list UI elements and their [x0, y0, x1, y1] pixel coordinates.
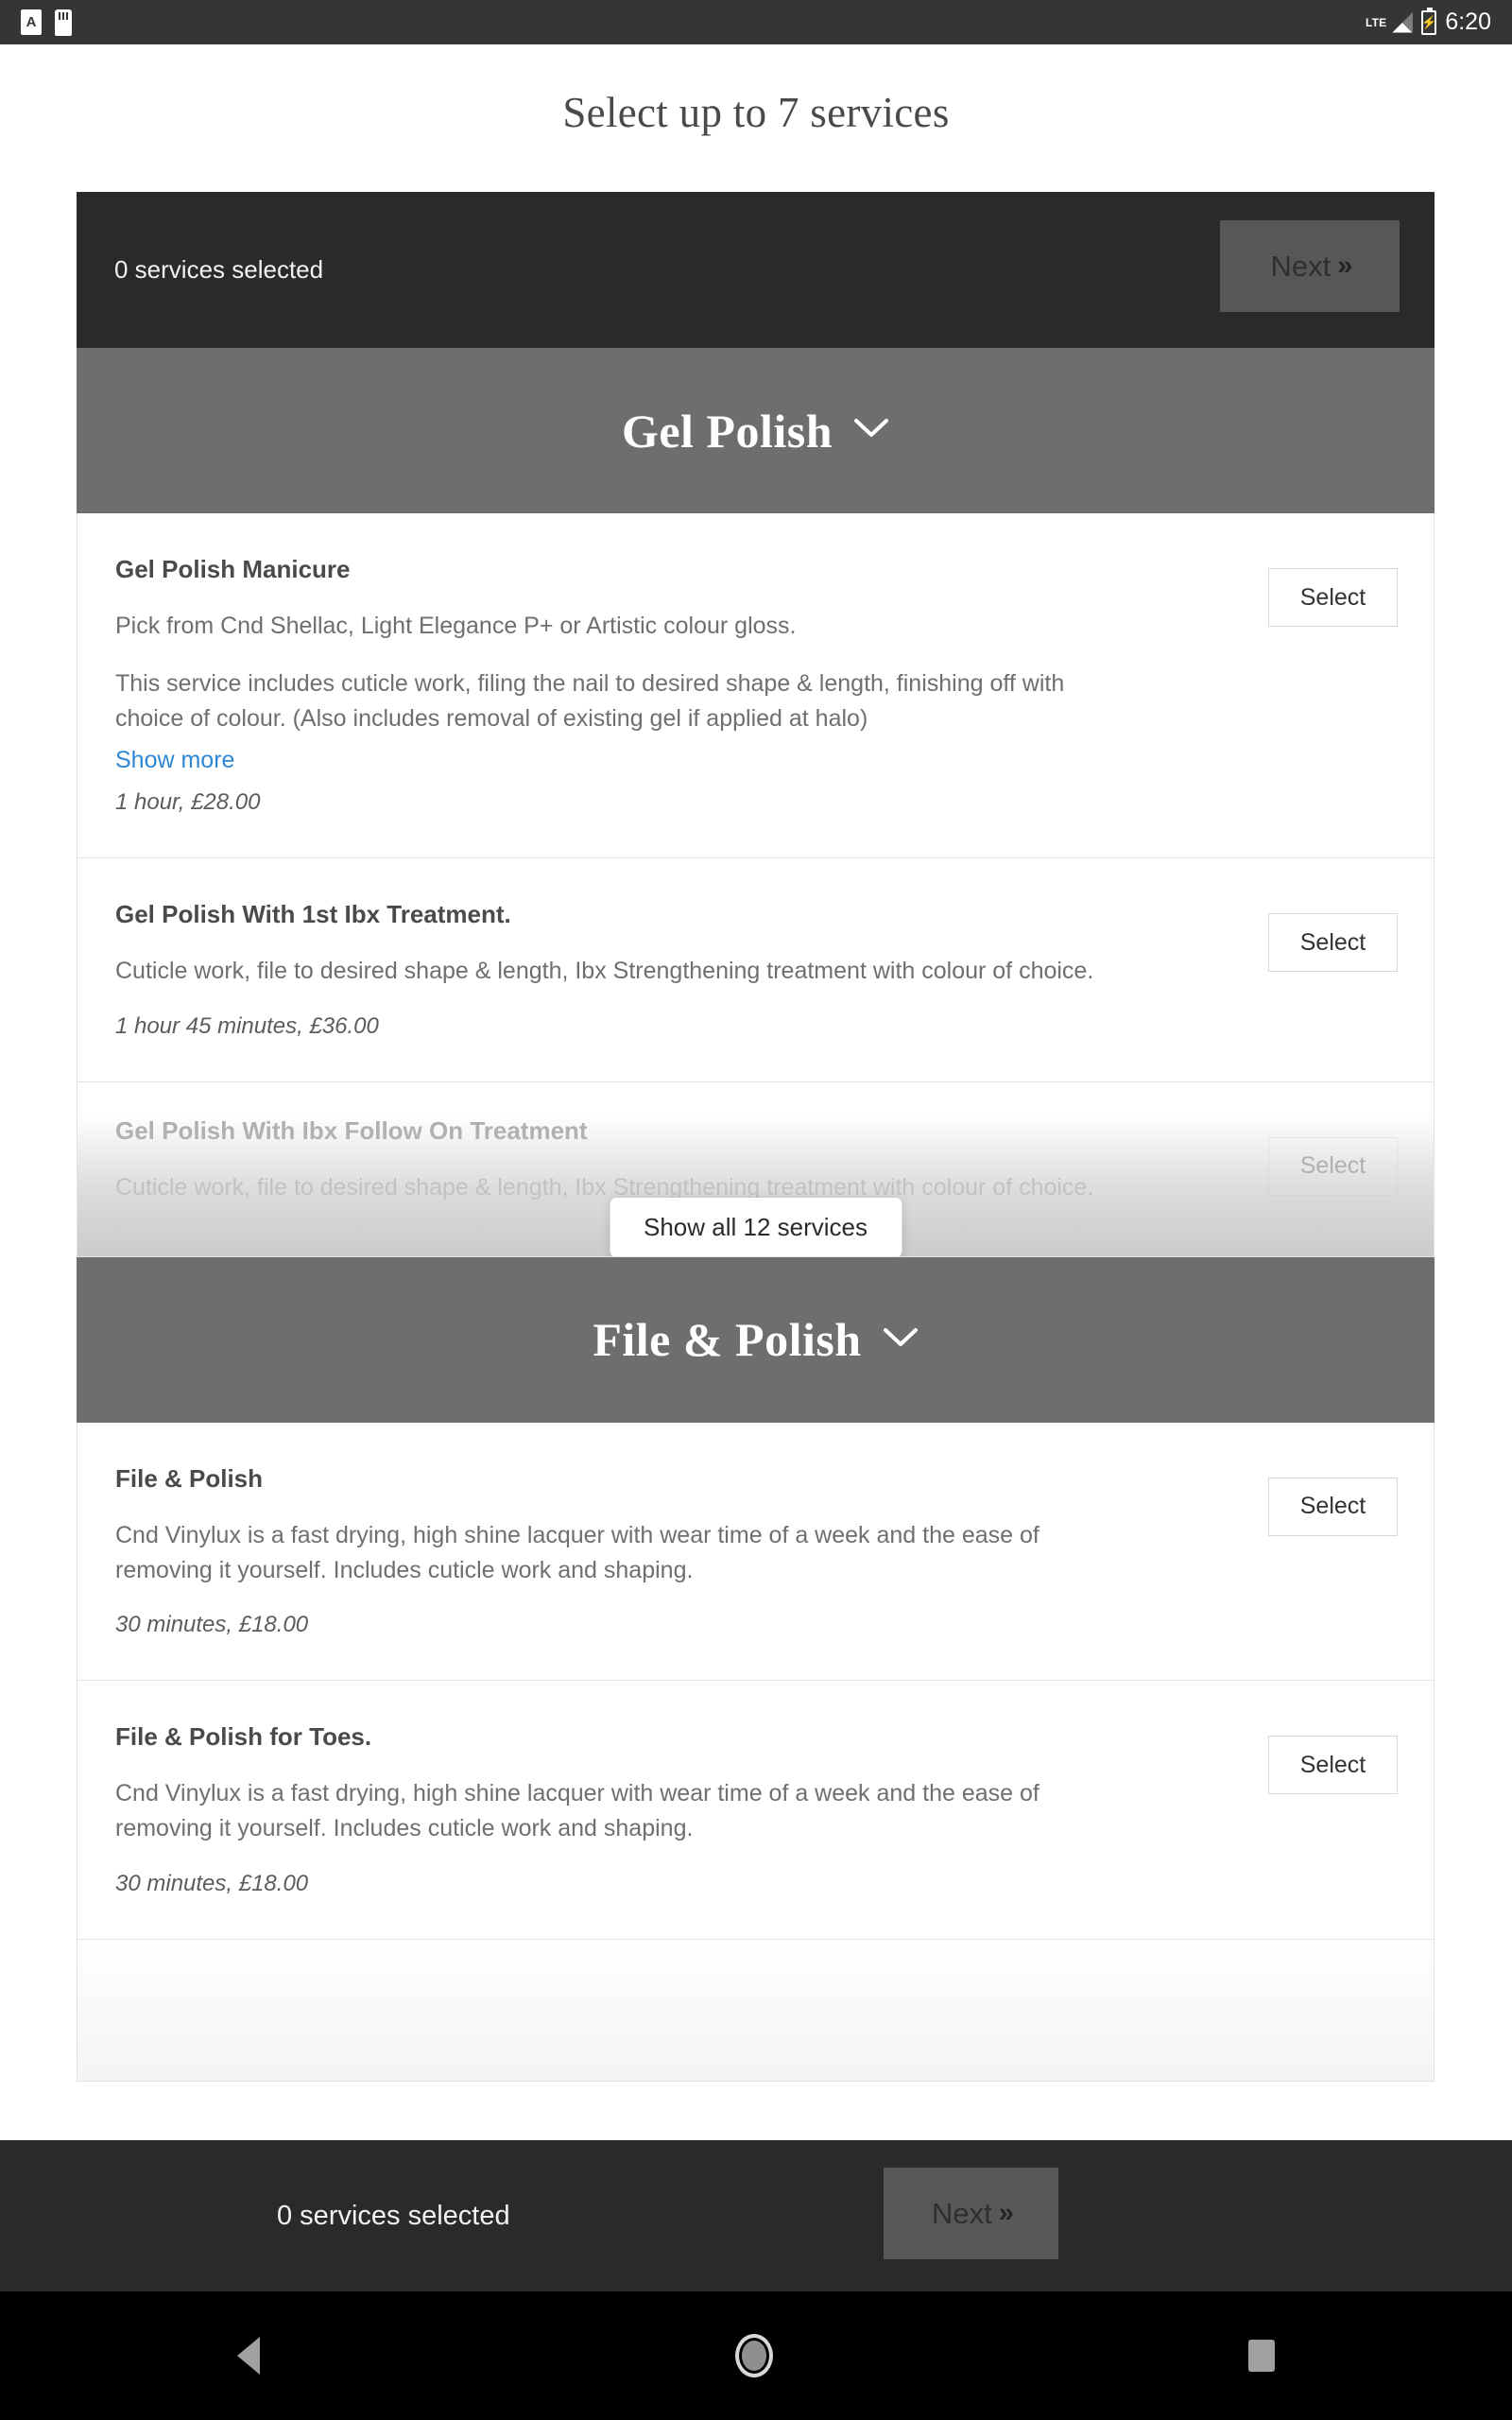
page-title: Select up to 7 services: [562, 89, 950, 136]
services-content: 0 services selected Next » Gel Polish Ge…: [77, 192, 1435, 2082]
service-row: Gel Polish With 1st Ibx Treatment. Cutic…: [77, 858, 1435, 1082]
status-bar-left: A: [21, 9, 72, 36]
service-description-line-2: This service includes cuticle work, fili…: [115, 669, 1065, 732]
back-icon[interactable]: [237, 2337, 261, 2375]
next-button-bottom-label: Next: [932, 2196, 992, 2230]
category-title: File & Polish: [593, 1313, 862, 1367]
service-text-block: Gel Polish Manicure Pick from Cnd Shella…: [115, 555, 1117, 816]
service-description-line-1: Cnd Vinylux is a fast drying, high shine…: [115, 1780, 1040, 1841]
service-text-block: Gel Polish With Ibx Follow On Treatment …: [115, 1116, 1117, 1205]
home-icon[interactable]: [734, 2334, 773, 2377]
service-text-block: File & Polish for Toes. Cnd Vinylux is a…: [115, 1722, 1117, 1897]
service-duration-price: 1 hour, £28.00: [115, 789, 261, 815]
home-icon-inner: [741, 2341, 766, 2371]
battery-bolt-glyph: ⚡: [1421, 15, 1437, 29]
service-duration-price: 30 minutes, £18.00: [115, 1612, 309, 1638]
show-more-link[interactable]: Show more: [115, 743, 234, 778]
service-text-block: File & Polish Cnd Vinylux is a fast dryi…: [115, 1464, 1117, 1639]
category-header-file-and-polish[interactable]: File & Polish: [77, 1256, 1435, 1423]
service-row-collapsed: Gel Polish With Ibx Follow On Treatment …: [77, 1081, 1435, 1257]
next-button-top[interactable]: Next »: [1220, 220, 1400, 312]
android-status-bar: A LTE ⚡ 6:20: [0, 0, 1512, 44]
bottom-selection-bar: 0 services selected Next »: [0, 2140, 1512, 2291]
service-duration-price: 1 hour 45 minutes, £36.00: [115, 1012, 379, 1039]
service-description: Pick from Cnd Shellac, Light Elegance P+…: [115, 609, 1117, 778]
service-row: File & Polish Cnd Vinylux is a fast dryi…: [77, 1422, 1435, 1682]
double-chevron-right-icon: »: [998, 2198, 1014, 2228]
service-description: Cuticle work, file to desired shape & le…: [115, 954, 1117, 989]
service-name: File & Polish for Toes.: [115, 1722, 372, 1752]
select-button[interactable]: Select: [1268, 1477, 1398, 1536]
recents-icon[interactable]: [1247, 2340, 1275, 2372]
selection-summary-bar: 0 services selected Next »: [77, 192, 1435, 348]
service-row-partial: [77, 1939, 1435, 2082]
next-button-top-label: Next: [1270, 249, 1332, 283]
service-name: File & Polish: [115, 1463, 264, 1493]
show-all-services-button[interactable]: Show all 12 services: [610, 1197, 902, 1256]
select-button[interactable]: Select: [1268, 568, 1398, 627]
next-button-bottom[interactable]: Next »: [884, 2168, 1058, 2259]
service-text-block: Gel Polish With 1st Ibx Treatment. Cutic…: [115, 900, 1117, 1040]
selection-count-label: 0 services selected: [114, 255, 324, 284]
select-button[interactable]: Select: [1268, 1136, 1398, 1196]
android-nav-bar: [0, 2291, 1512, 2420]
service-description: Cnd Vinylux is a fast drying, high shine…: [115, 1776, 1117, 1846]
service-duration-price: 30 minutes, £18.00: [115, 1870, 309, 1896]
battery-charging-icon: ⚡: [1421, 7, 1437, 35]
service-description-line-1: Cnd Vinylux is a fast drying, high shine…: [115, 1521, 1040, 1583]
service-description-line-1: Cuticle work, file to desired shape & le…: [115, 958, 1094, 984]
double-chevron-right-icon: »: [1337, 251, 1352, 281]
chevron-down-icon: [853, 417, 889, 444]
bottom-selection-count-label: 0 services selected: [277, 2200, 510, 2231]
sd-card-icon: [55, 9, 72, 36]
category-title: Gel Polish: [621, 404, 833, 458]
signal-bars-icon: [1392, 11, 1414, 33]
service-name: Gel Polish With 1st Ibx Treatment.: [115, 900, 511, 928]
service-name: Gel Polish With Ibx Follow On Treatment: [115, 1115, 588, 1145]
status-bar-right: LTE ⚡ 6:20: [1365, 7, 1491, 35]
service-row: File & Polish for Toes. Cnd Vinylux is a…: [77, 1681, 1435, 1940]
service-name: Gel Polish Manicure: [115, 555, 351, 583]
lte-label: LTE: [1365, 15, 1387, 29]
select-button[interactable]: Select: [1268, 1736, 1398, 1795]
chevron-down-icon: [883, 1326, 919, 1354]
service-description-line-1: Pick from Cnd Shellac, Light Elegance P+…: [115, 613, 797, 639]
alarm-a-icon: A: [21, 9, 42, 35]
service-description: Cnd Vinylux is a fast drying, high shine…: [115, 1518, 1117, 1588]
clock-time: 6:20: [1445, 9, 1491, 35]
app-root: A LTE ⚡ 6:20 Select up to 7 services 0 s…: [0, 0, 1512, 2420]
service-row: Gel Polish Manicure Pick from Cnd Shella…: [77, 513, 1435, 858]
select-button[interactable]: Select: [1268, 913, 1398, 972]
category-header-gel-polish[interactable]: Gel Polish: [77, 348, 1435, 513]
